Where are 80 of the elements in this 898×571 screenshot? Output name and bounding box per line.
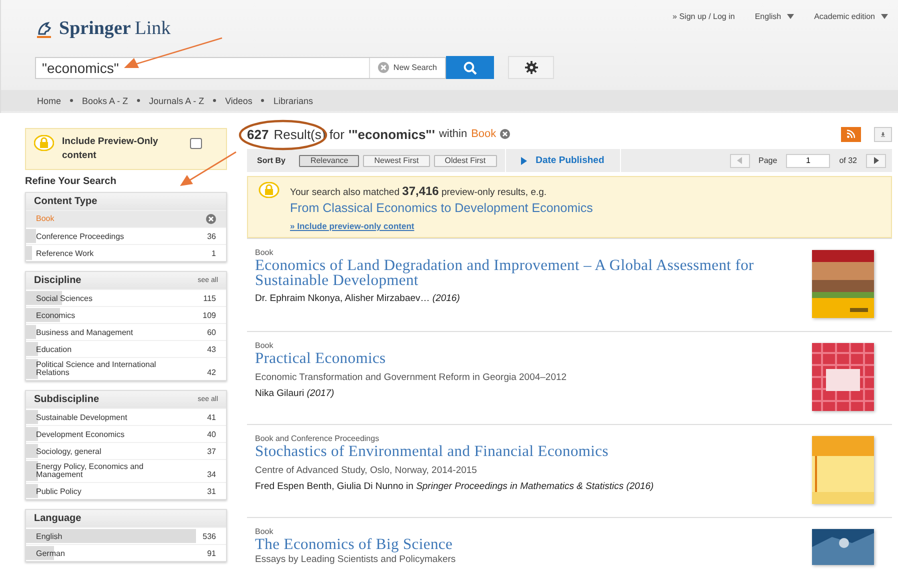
result-subtitle: Centre of Advanced Study, Oslo, Norway, 2014-2015 <box>255 465 478 476</box>
facet-item[interactable]: Development Economics 40 <box>26 425 226 442</box>
refine-heading: Refine Your Search <box>25 176 118 187</box>
nav-link[interactable]: Journals A - Z <box>149 96 204 106</box>
dropdown-menu[interactable]: English <box>754 12 794 21</box>
facet-item[interactable]: Energy Policy, Economics and Management 34 <box>26 459 226 482</box>
preview-only-label: Include Preview-Only content <box>62 135 160 163</box>
result-subtitle: Economic Transformation and Government Reform in Georgia 2004–2012 <box>255 372 568 383</box>
result-title[interactable]: Stochastics of Environmental and Financial Economics <box>255 444 792 459</box>
dropdown-menu[interactable]: Academic edition <box>814 12 888 21</box>
caret-icon <box>881 14 888 19</box>
settings-button[interactable] <box>508 56 554 79</box>
settings-icon <box>524 61 538 74</box>
annotation-arrow <box>180 151 236 186</box>
include-preview-link[interactable]: » Include preview-only content <box>290 221 414 231</box>
date-published-filter[interactable]: Date Published <box>504 149 622 172</box>
nav-link[interactable]: Books A - Z <box>82 96 128 106</box>
facet-item[interactable]: Sociology, general 37 <box>26 442 226 459</box>
facet-item[interactable]: Business and Management 60 <box>26 323 226 340</box>
page-total: of 32 <box>839 156 857 165</box>
facet-item[interactable]: Social Sciences 115 <box>26 289 226 306</box>
content-type-label: Book and Conference Proceedings <box>255 434 380 443</box>
sort-option[interactable]: Newest First <box>363 154 430 166</box>
results-label: Result(s) for <box>274 126 344 142</box>
search-field[interactable]: "economics" New Search <box>35 56 446 78</box>
facet-title: Language <box>34 513 82 524</box>
sort-option[interactable]: Oldest First <box>434 154 497 166</box>
download-icon <box>881 130 885 138</box>
content-type-label: Book <box>255 527 274 536</box>
download-button[interactable] <box>874 126 892 142</box>
result-title[interactable]: Practical Economics <box>255 351 792 366</box>
facet-item[interactable]: Reference Work 1 <box>26 244 226 261</box>
rss-button[interactable] <box>841 126 861 142</box>
nav-link[interactable]: Librarians <box>273 96 313 106</box>
right-arrow-icon <box>874 157 878 164</box>
nav-link[interactable]: Home <box>37 96 62 106</box>
page-label: Page <box>758 156 778 165</box>
example-link[interactable]: From Classical Economics to Development Economics <box>290 200 593 216</box>
result-title[interactable]: The Economics of Big Science <box>255 537 792 552</box>
login-link[interactable]: » Sign up / Log in <box>672 12 735 21</box>
remove-icon[interactable] <box>206 214 216 224</box>
caret-icon <box>787 14 794 19</box>
checkbox[interactable] <box>190 138 202 149</box>
nav-link[interactable]: Videos <box>225 96 252 106</box>
result-byline: Fred Espen Benth, Giulia Di Nunno in Springer Proceedings in Mathematics & Statistics (2016) <box>255 481 655 492</box>
next-page-button[interactable] <box>866 154 886 168</box>
play-icon <box>520 156 527 164</box>
notice-text: Your search also matched 37,416 preview-only results, e.g. <box>290 187 547 198</box>
content-type-label: Book <box>255 341 274 350</box>
search-icon <box>463 60 477 74</box>
facet-item[interactable]: Conference Proceedings 36 <box>26 227 226 244</box>
result-subtitle: Essays by Leading Scientists and Policymakers <box>255 554 457 565</box>
content-type-label: Book <box>255 248 274 257</box>
facet-title: Content Type <box>34 196 98 207</box>
springer-logo[interactable]: Springer Link <box>35 18 171 40</box>
result-title[interactable]: Economics of Land Degradation and Improvement – A Global Assessment for Sustainable Development <box>255 258 792 288</box>
page-field[interactable]: 1 <box>786 154 830 168</box>
search-query: '"economics"' <box>348 126 435 142</box>
result-byline: Nika Gilauri (2017) <box>255 388 336 399</box>
sort-label: Sort By <box>257 156 286 165</box>
within-label: within <box>438 128 468 140</box>
facet-title: Discipline <box>34 275 82 286</box>
lock-icon <box>34 135 54 151</box>
facet-item[interactable]: Education 43 <box>26 340 226 357</box>
remove-filter-icon[interactable] <box>500 129 510 139</box>
lock-icon <box>258 182 280 198</box>
rss-icon <box>847 129 855 139</box>
search-button[interactable] <box>446 56 494 79</box>
facet-item[interactable]: Public Policy 31 <box>26 482 226 499</box>
facet-item[interactable]: Political Science and International Relations 42 <box>26 357 226 380</box>
clear-icon <box>378 62 390 73</box>
facet-item[interactable]: German 91 <box>26 544 226 561</box>
left-arrow-icon <box>737 157 742 164</box>
sort-option[interactable]: Relevance <box>299 154 360 166</box>
facet-item[interactable]: Economics 109 <box>26 306 226 323</box>
result-count: 627 <box>247 126 269 142</box>
result-byline: Dr. Ephraim Nkonya, Alisher Mirzabaev… (2016) <box>255 293 461 304</box>
facet-item[interactable]: English 536 <box>26 527 226 544</box>
facet-item[interactable]: Sustainable Development 41 <box>26 408 226 425</box>
facet-title: Subdiscipline <box>34 394 100 405</box>
